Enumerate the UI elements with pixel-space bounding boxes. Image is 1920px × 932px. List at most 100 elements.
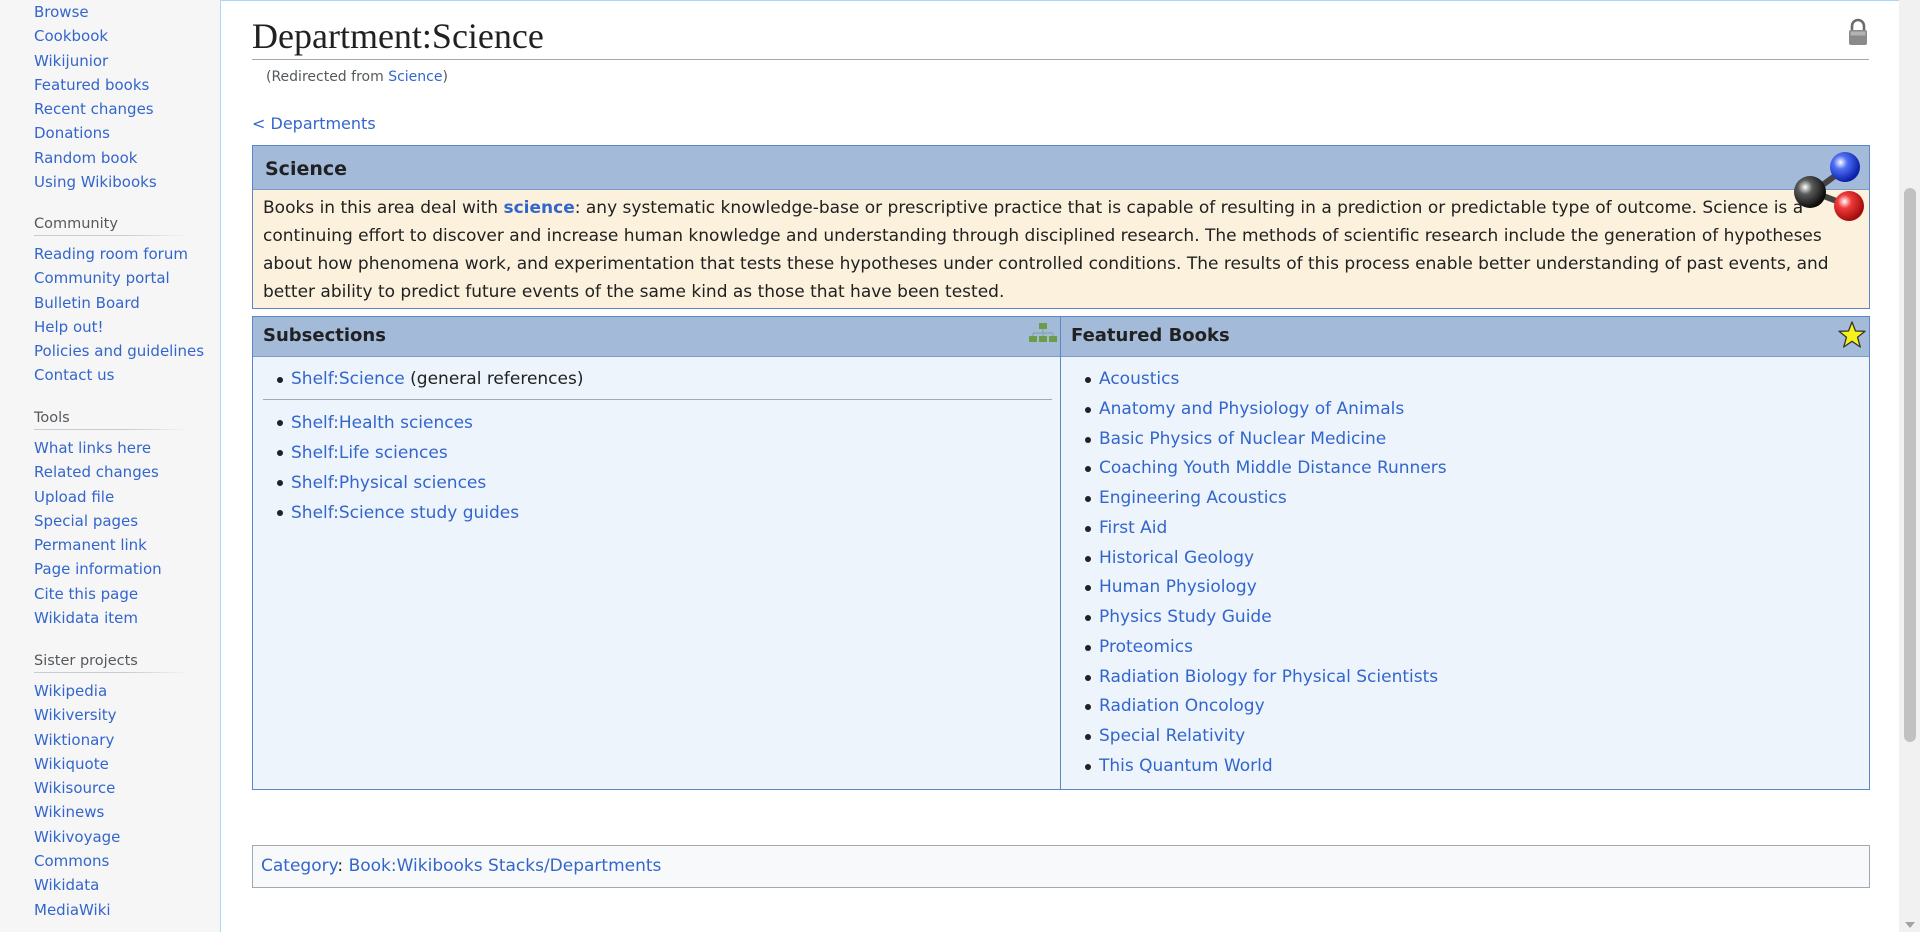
sidebar-item-contact-us[interactable]: Contact us (0, 363, 220, 387)
vertical-scrollbar[interactable] (1899, 0, 1920, 932)
sidebar-item-upload-file[interactable]: Upload file (0, 485, 220, 509)
sidebar-item-mediawiki[interactable]: MediaWiki (0, 898, 220, 922)
book-link[interactable]: Historical Geology (1099, 548, 1254, 568)
featured-books-panel: Featured Books Acoustics Anatomy and Phy… (1060, 316, 1870, 790)
general-references-note: (general references) (404, 369, 584, 389)
book-link[interactable]: Basic Physics of Nuclear Medicine (1099, 429, 1386, 449)
sidebar-item-wikijunior[interactable]: Wikijunior (0, 49, 220, 73)
sidebar-item-page-information[interactable]: Page information (0, 557, 220, 581)
category-book-link[interactable]: Book:Wikibooks Stacks/Departments (349, 856, 662, 876)
book-link[interactable]: This Quantum World (1099, 756, 1273, 776)
redirect-notice: (Redirected from Science) (266, 69, 448, 85)
book-link[interactable]: Acoustics (1099, 369, 1179, 389)
scroll-down-arrow-icon[interactable] (1905, 922, 1915, 928)
list-item: Engineering Acoustics (1061, 484, 1869, 514)
book-link[interactable]: Special Relativity (1099, 726, 1245, 746)
subsections-panel: Subsections Shelf:Science (general refer… (252, 316, 1061, 790)
community-portal-section: Community Reading room forum Community p… (0, 216, 220, 388)
shelf-physical-sciences-link[interactable]: Shelf:Physical sciences (291, 473, 486, 493)
book-link[interactable]: Engineering Acoustics (1099, 488, 1287, 508)
sidebar-item-wiktionary[interactable]: Wiktionary (0, 728, 220, 752)
shelf-science-link[interactable]: Shelf:Science (291, 369, 405, 389)
sidebar-item-help-out[interactable]: Help out! (0, 315, 220, 339)
redirect-prefix: (Redirected from (266, 69, 389, 85)
sidebar-item-cite-this-page[interactable]: Cite this page (0, 582, 220, 606)
sidebar-item-wikiversity[interactable]: Wikiversity (0, 703, 220, 727)
sidebar-item-wikipedia[interactable]: Wikipedia (0, 679, 220, 703)
list-item: Historical Geology (1061, 544, 1869, 574)
sidebar-item-using-wikibooks[interactable]: Using Wikibooks (0, 170, 220, 194)
book-link[interactable]: Radiation Biology for Physical Scientist… (1099, 667, 1438, 687)
featured-books-heading: Featured Books (1071, 325, 1230, 346)
tools-portal-section: Tools What links here Related changes Up… (0, 410, 220, 630)
main-content: Department:Science (Redirected from Scie… (220, 0, 1899, 932)
sister-projects-section: Sister projects Wikipedia Wikiversity Wi… (0, 653, 220, 922)
sidebar-item-permanent-link[interactable]: Permanent link (0, 533, 220, 557)
sidebar-item-policies-and-guidelines[interactable]: Policies and guidelines (0, 339, 220, 363)
sister-projects-heading: Sister projects (34, 653, 189, 673)
book-link[interactable]: Human Physiology (1099, 577, 1257, 597)
lock-icon[interactable] (1847, 17, 1869, 47)
book-link[interactable]: Radiation Oncology (1099, 696, 1265, 716)
sidebar-item-featured-books[interactable]: Featured books (0, 73, 220, 97)
category-links: Category: Book:Wikibooks Stacks/Departme… (252, 845, 1870, 888)
book-link[interactable]: Coaching Youth Middle Distance Runners (1099, 458, 1447, 478)
department-heading: Science (265, 158, 348, 180)
category-separator: : (337, 856, 349, 876)
department-header: Science (253, 146, 1869, 190)
scrollbar-thumb[interactable] (1904, 188, 1916, 742)
list-item: Shelf:Science (general references) (253, 365, 1060, 393)
divider (263, 399, 1052, 400)
page-title: Department:Science (252, 13, 1869, 60)
list-item: Basic Physics of Nuclear Medicine (1061, 425, 1869, 455)
sidebar-item-recent-changes[interactable]: Recent changes (0, 97, 220, 121)
sister-projects-list: Wikipedia Wikiversity Wiktionary Wikiquo… (0, 679, 220, 922)
sidebar-item-special-pages[interactable]: Special pages (0, 509, 220, 533)
shelf-health-sciences-link[interactable]: Shelf:Health sciences (291, 413, 473, 433)
sidebar-item-what-links-here[interactable]: What links here (0, 436, 220, 460)
shelf-science-study-guides-link[interactable]: Shelf:Science study guides (291, 503, 519, 523)
sidebar-item-reading-room-forum[interactable]: Reading room forum (0, 242, 220, 266)
department-description: Books in this area deal with science: an… (263, 194, 1853, 306)
sidebar-item-commons[interactable]: Commons (0, 849, 220, 873)
sidebar-item-cookbook[interactable]: Cookbook (0, 24, 220, 48)
star-icon (1838, 321, 1866, 348)
book-link[interactable]: Physics Study Guide (1099, 607, 1272, 627)
list-item: Radiation Oncology (1061, 692, 1869, 722)
navigation-list: Browse Cookbook Wikijunior Featured book… (0, 0, 220, 194)
sidebar-item-bulletin-board[interactable]: Bulletin Board (0, 291, 220, 315)
list-item: This Quantum World (1061, 752, 1869, 782)
sidebar-item-wikisource[interactable]: Wikisource (0, 776, 220, 800)
list-item: Special Relativity (1061, 722, 1869, 752)
sidebar-item-browse[interactable]: Browse (0, 0, 220, 24)
general-references-list: Shelf:Science (general references) (253, 365, 1060, 393)
sidebar-item-wikinews[interactable]: Wikinews (0, 800, 220, 824)
departments-back-link[interactable]: < Departments (252, 114, 376, 133)
book-link[interactable]: Anatomy and Physiology of Animals (1099, 399, 1404, 419)
shelf-life-sciences-link[interactable]: Shelf:Life sciences (291, 443, 448, 463)
sidebar-item-wikidata-item[interactable]: Wikidata item (0, 606, 220, 630)
sidebar-item-community-portal[interactable]: Community portal (0, 266, 220, 290)
redirect-source-link[interactable]: Science (388, 69, 442, 85)
page-title-text: Department:Science (252, 16, 544, 56)
subsections-header: Subsections (253, 317, 1060, 357)
list-item: Anatomy and Physiology of Animals (1061, 395, 1869, 425)
sidebar-item-wikiquote[interactable]: Wikiquote (0, 752, 220, 776)
science-link[interactable]: science (503, 198, 574, 218)
book-link[interactable]: Proteomics (1099, 637, 1193, 657)
list-item: Radiation Biology for Physical Scientist… (1061, 663, 1869, 693)
hierarchy-icon (1029, 323, 1057, 342)
book-link[interactable]: First Aid (1099, 518, 1167, 538)
list-item: Shelf:Health sciences (253, 408, 1060, 438)
sidebar-item-donations[interactable]: Donations (0, 121, 220, 145)
sidebar-item-related-changes[interactable]: Related changes (0, 460, 220, 484)
sidebar-item-random-book[interactable]: Random book (0, 146, 220, 170)
list-item: Shelf:Physical sciences (253, 468, 1060, 498)
sidebar-item-wikivoyage[interactable]: Wikivoyage (0, 825, 220, 849)
list-item: Shelf:Science study guides (253, 498, 1060, 528)
subsection-list: Shelf:Health sciences Shelf:Life science… (253, 408, 1060, 528)
category-label-link[interactable]: Category (261, 856, 337, 876)
tools-heading: Tools (34, 410, 189, 430)
sidebar-item-wikidata[interactable]: Wikidata (0, 873, 220, 897)
community-list: Reading room forum Community portal Bull… (0, 242, 220, 388)
